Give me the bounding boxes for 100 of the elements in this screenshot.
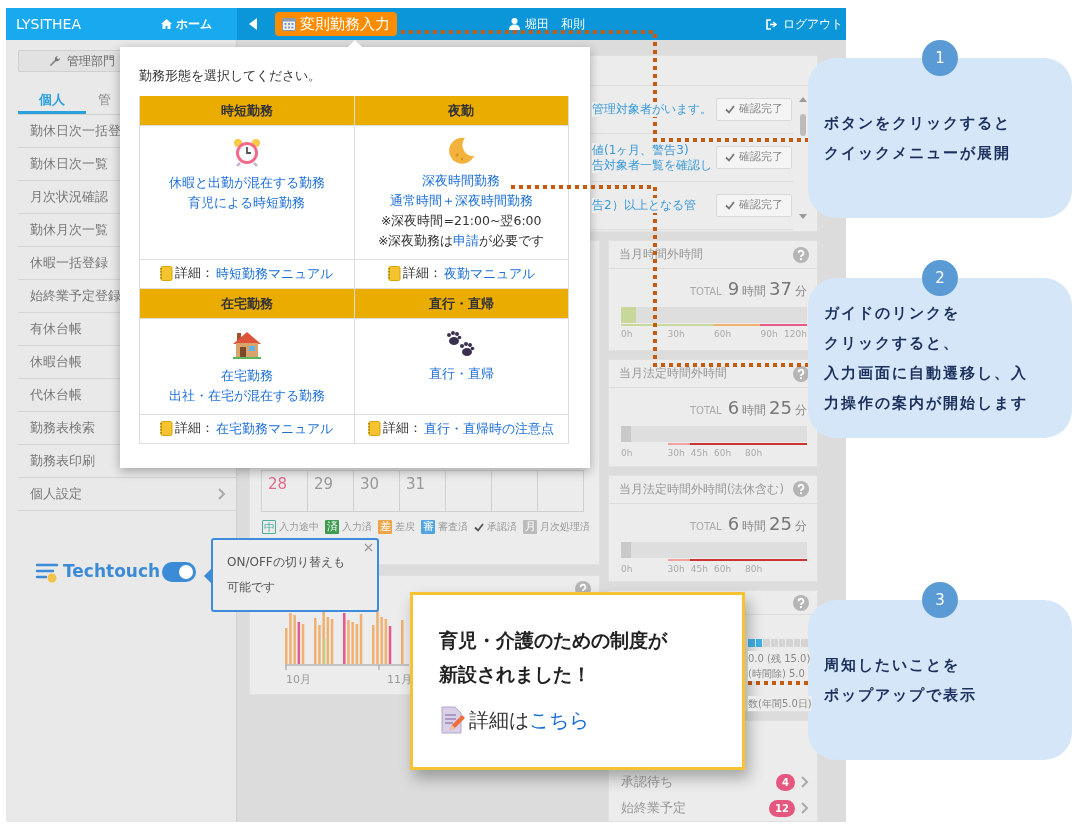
legend-label: 承認済: [487, 520, 517, 534]
leave-text: 数(年間5.0日): [748, 696, 812, 711]
user-icon: [509, 18, 520, 30]
option-header: 直行・直帰: [354, 288, 569, 319]
total-time: TOTAL 6 時間 25 分: [688, 396, 807, 421]
leave-text: 0.0 (残 15.0): [748, 651, 811, 666]
status-mark: 月: [523, 520, 537, 535]
callout-text: ガイドのリンクを クリックすると、 入力画面に自動遷移し、入 力操作の案内が開始します: [824, 303, 1029, 414]
sidebar-tab[interactable]: 管: [98, 80, 111, 114]
memo-icon: [439, 706, 465, 734]
tick-label: 30h: [667, 328, 685, 341]
alarm-clock-icon: [231, 136, 262, 167]
callout-text: 周知したいことを ポップアップで表示: [824, 655, 978, 706]
step-number: 2: [922, 260, 958, 296]
option-link[interactable]: 育児による時短勤務: [188, 192, 306, 213]
chevron-right-icon: [218, 488, 226, 500]
help-icon[interactable]: [793, 481, 809, 498]
help-icon[interactable]: [793, 246, 809, 263]
widget-title: 当月法定時間外時間(法休含む): [619, 480, 784, 498]
tooltip-text: ON/OFFの切り替えも 可能です: [227, 554, 346, 596]
notebook-icon: [368, 421, 382, 437]
option-link[interactable]: 出社・在宅が混在する勤務: [168, 385, 325, 406]
option-link[interactable]: 休暇と出勤が混在する勤務: [168, 172, 325, 193]
option-header: 在宅勤務: [140, 288, 355, 319]
tick-label: 60h: [714, 328, 732, 341]
tick-label: 30h: [667, 562, 685, 576]
calendar-cell: [445, 470, 492, 512]
detail-label: 詳細：: [175, 264, 215, 283]
logout-icon: [766, 18, 778, 30]
detail-label: 詳細：: [402, 264, 442, 283]
note-text: ※深夜勤務は申請が必要です: [378, 231, 545, 250]
tick-label: 45h: [690, 562, 708, 576]
help-icon[interactable]: [793, 365, 809, 382]
calendar-day[interactable]: 28: [261, 470, 308, 512]
option-header: 夜勤: [354, 95, 569, 126]
chevron-right-icon: [801, 776, 809, 788]
status-mark: 審: [421, 520, 435, 535]
tick-label: 30h: [667, 447, 685, 461]
count-label[interactable]: 始終業予定: [621, 798, 686, 818]
popup-title: 育児・介護のための制度が 新設されました！: [439, 628, 669, 687]
sidebar-item[interactable]: 個人設定: [18, 478, 236, 511]
count-badge: 12: [769, 799, 795, 817]
option-link[interactable]: 深夜時間勤務: [422, 170, 501, 191]
apply-link[interactable]: 申請: [453, 232, 480, 248]
note-text: ※深夜時間=21:00~翌6:00: [381, 211, 542, 230]
total-time: TOTAL 9 時間 37 分: [688, 277, 807, 301]
confirm-button[interactable]: 確認完了: [716, 194, 792, 217]
calendar-cell: [491, 470, 538, 512]
notebook-icon: [387, 266, 401, 282]
calendar-day[interactable]: 31: [399, 470, 446, 512]
crescent-moon-icon: [447, 136, 476, 165]
close-icon[interactable]: [364, 543, 373, 552]
axis-label: 10月: [286, 672, 311, 688]
house-icon: [230, 329, 263, 360]
home-link[interactable]: ホーム: [161, 15, 212, 33]
tick-label: 60h: [714, 447, 732, 461]
brand-logo[interactable]: LYSITHEA: [16, 13, 81, 35]
notice-link[interactable]: 告2）以上となる管: [592, 198, 696, 213]
help-icon[interactable]: [793, 594, 809, 611]
manual-link[interactable]: 夜勤マニュアル: [443, 263, 535, 284]
detail-label: 詳細：: [383, 419, 423, 438]
confirm-button[interactable]: 確認完了: [716, 98, 792, 121]
calendar-day[interactable]: 29: [307, 470, 354, 512]
callout-text: ボタンをクリックすると クイックメニューが展開: [824, 113, 1012, 164]
legend-label: 審査済: [438, 520, 468, 534]
widget-title: 当月法定時間外時間: [619, 365, 727, 383]
option-link[interactable]: 通常時間＋深夜時間勤務: [389, 190, 533, 211]
sidebar-tab[interactable]: 個人: [18, 80, 86, 114]
tick-label: 60h: [714, 562, 732, 576]
legend-label: 差戻: [395, 520, 415, 534]
manual-link[interactable]: 在宅勤務マニュアル: [216, 418, 334, 439]
toggle-switch[interactable]: [162, 561, 197, 582]
tick-label: 80h: [745, 447, 763, 461]
tick-label: 120h: [784, 328, 807, 341]
manual-link[interactable]: 直行・直帰時の注意点: [424, 418, 555, 439]
option-link[interactable]: 直行・直帰: [428, 363, 494, 384]
status-mark: 中: [262, 520, 276, 535]
calendar-icon: [282, 17, 296, 31]
tick-label: 0h: [621, 562, 633, 576]
legend-label: 入力途中: [279, 520, 319, 534]
count-label[interactable]: 承認待ち: [621, 772, 673, 792]
tick-label: 90h: [760, 328, 778, 341]
quick-menu-button[interactable]: 変則勤務入力: [275, 11, 397, 37]
calendar-cell: [537, 470, 584, 512]
detail-link[interactable]: こちら: [529, 708, 589, 732]
manual-link[interactable]: 時短勤務マニュアル: [216, 263, 334, 284]
status-mark: 差: [378, 520, 392, 535]
user-name: 堀田 和則: [525, 16, 585, 33]
detail-text: 詳細はこちら: [469, 707, 589, 734]
chevron-right-icon: [801, 802, 809, 814]
logout-link[interactable]: ログアウト: [766, 15, 843, 33]
option-link[interactable]: 在宅勤務: [220, 365, 273, 386]
confirm-button[interactable]: 確認完了: [716, 146, 792, 169]
step-number: 3: [922, 582, 958, 618]
check-icon: [725, 153, 735, 162]
calendar-day[interactable]: 30: [353, 470, 400, 512]
back-arrow-icon[interactable]: [249, 18, 257, 30]
tick-label: 80h: [745, 562, 763, 576]
notice-link[interactable]: 値(1ヶ月、警告3): [592, 142, 689, 158]
status-mark: 済: [325, 520, 339, 535]
